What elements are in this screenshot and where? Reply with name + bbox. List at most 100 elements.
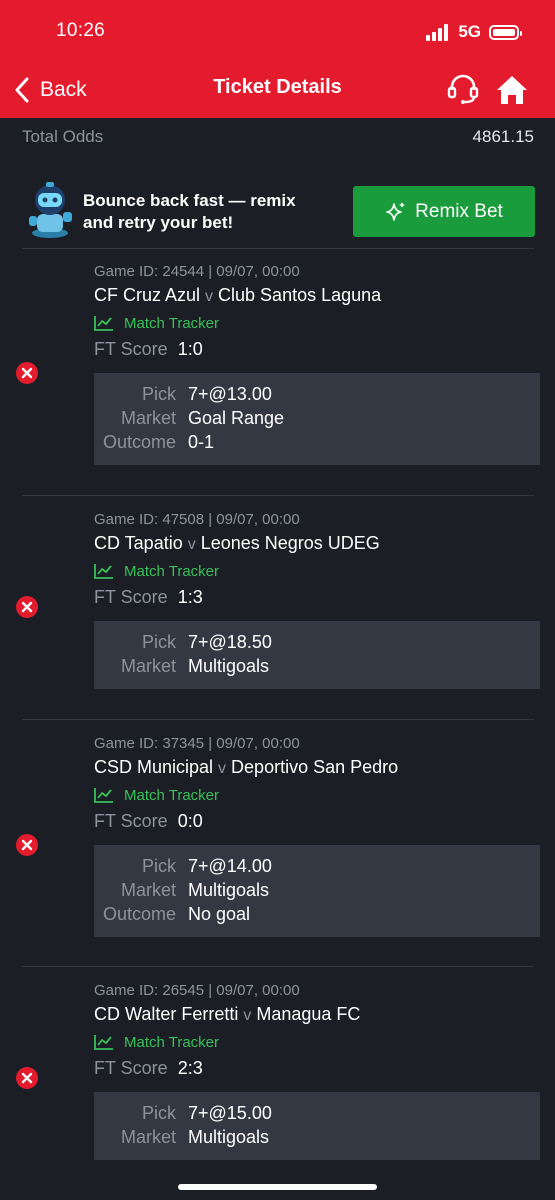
promo-line-2: and retry your bet! [83,213,234,232]
trend-chart-icon [94,316,113,331]
ft-score-label: FT Score [94,1058,168,1078]
match-teams: CSD Municipal v Deportivo San Pedro [94,757,398,778]
market-value: Multigoals [188,656,270,676]
pick-label: Pick [141,384,176,404]
pick-row: Pick 7+@14.00 [94,856,540,880]
match-tracker-link[interactable]: Match Tracker [94,561,219,581]
bet-card: Game ID: 26545 | 09/07, 00:00 CD Walter … [0,968,555,1200]
match-tracker-link[interactable]: Match Tracker [94,785,219,805]
pick-label: Pick [141,1103,176,1123]
signal-icon [426,23,450,41]
outcome-label: Outcome [102,904,176,924]
battery-icon [489,24,522,40]
game-id: Game ID: 26545 | 09/07, 00:00 [94,982,300,999]
home-team: CD Tapatio [94,533,183,553]
home-team: CSD Municipal [94,757,214,777]
away-team: Leones Negros UDEG [200,533,380,553]
market-label: Market [120,880,176,900]
market-row: Market Multigoals [94,1127,540,1151]
match-tracker-link[interactable]: Match Tracker [94,313,219,333]
ft-score-row: FT Score 2:3 [94,1058,203,1079]
divider [22,966,534,967]
pick-details: Pick 7+@13.00 Market Goal Range Outcome … [94,373,540,465]
pick-details: Pick 7+@14.00 Market Multigoals Outcome … [94,845,540,937]
total-odds-value: 4861.15 [472,127,534,146]
vs-separator: v [205,288,214,305]
support-button[interactable] [446,72,480,106]
outcome-row: Outcome 0-1 [94,432,540,456]
market-label: Market [120,656,176,676]
pick-value: 7+@18.50 [188,632,272,652]
market-row: Market Multigoals [94,880,540,904]
match-tracker-label: Match Tracker [124,562,220,580]
status-indicators: 5G [426,20,522,44]
pick-row: Pick 7+@15.00 [94,1103,540,1127]
ft-score-value: 1:0 [177,339,203,359]
lost-x-icon [16,1067,38,1089]
away-team: Deportivo San Pedro [231,757,399,777]
pick-value: 7+@15.00 [188,1103,272,1123]
bet-card: Game ID: 47508 | 09/07, 00:00 CD Tapatio… [0,497,555,720]
home-team: CF Cruz Azul [94,285,201,305]
total-odds-row: Total Odds 4861.15 [22,118,534,158]
ft-score-value: 0:0 [177,811,203,831]
bet-card: Game ID: 24544 | 09/07, 00:00 CF Cruz Az… [0,249,555,496]
market-value: Multigoals [188,1127,270,1147]
pick-details: Pick 7+@18.50 Market Multigoals [94,621,540,689]
ft-score-value: 2:3 [177,1058,203,1078]
remix-bet-button[interactable]: Remix Bet [353,186,535,237]
market-row: Market Goal Range [94,408,540,432]
match-teams: CD Walter Ferretti v Managua FC [94,1004,360,1025]
robot-avatar-icon [29,182,72,238]
match-teams: CF Cruz Azul v Club Santos Laguna [94,285,381,306]
bet-card: Game ID: 37345 | 09/07, 00:00 CSD Munici… [0,721,555,967]
market-value: Multigoals [188,880,270,900]
ft-score-row: FT Score 0:0 [94,811,203,832]
lost-x-icon [16,362,38,384]
pick-value: 7+@13.00 [188,384,272,404]
divider [22,495,534,496]
game-id: Game ID: 24544 | 09/07, 00:00 [94,263,300,280]
ft-score-label: FT Score [94,339,168,359]
home-team: CD Walter Ferretti [94,1004,239,1024]
match-tracker-label: Match Tracker [124,1033,220,1051]
status-bar: 10:26 5G [0,0,555,62]
total-odds-label: Total Odds [22,127,104,146]
pick-row: Pick 7+@18.50 [94,632,540,656]
trend-chart-icon [94,788,113,803]
outcome-value: 0-1 [188,432,215,452]
ft-score-row: FT Score 1:0 [94,339,203,360]
status-time: 10:26 [56,20,106,41]
remix-bet-label: Remix Bet [415,200,503,222]
outcome-value: No goal [188,904,251,924]
sparkle-icon [386,201,406,221]
ft-score-label: FT Score [94,587,168,607]
pick-label: Pick [141,632,176,652]
home-indicator [178,1184,377,1190]
nav-bar: Back Ticket Details [0,62,555,118]
trend-chart-icon [94,564,113,579]
ft-score-value: 1:3 [177,587,203,607]
vs-separator: v [187,536,196,553]
vs-separator: v [243,1007,252,1024]
trend-chart-icon [94,1035,113,1050]
promo-line-1: Bounce back fast — remix [83,191,296,210]
lost-x-icon [16,834,38,856]
pick-row: Pick 7+@13.00 [94,384,540,408]
match-tracker-link[interactable]: Match Tracker [94,1032,219,1052]
match-tracker-label: Match Tracker [124,786,220,804]
ft-score-row: FT Score 1:3 [94,587,203,608]
header: 10:26 5G Back Ticket Details [0,0,555,118]
pick-label: Pick [141,856,176,876]
pick-details: Pick 7+@15.00 Market Multigoals [94,1092,540,1160]
remix-promo: Bounce back fast — remix and retry your … [22,172,535,248]
outcome-row: Outcome No goal [94,904,540,928]
pick-value: 7+@14.00 [188,856,272,876]
away-team: Club Santos Laguna [218,285,382,305]
market-row: Market Multigoals [94,656,540,680]
market-label: Market [120,1127,176,1147]
match-tracker-label: Match Tracker [124,314,220,332]
promo-text: Bounce back fast — remix and retry your … [83,190,343,234]
home-button[interactable] [494,72,530,108]
home-icon [497,76,527,104]
